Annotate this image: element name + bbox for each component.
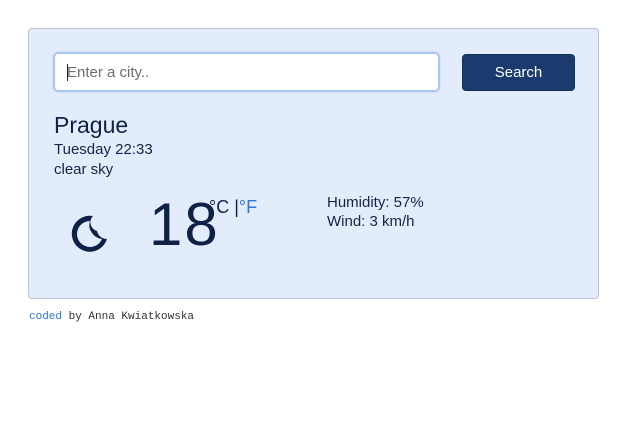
- city-name: Prague: [54, 112, 129, 138]
- weather-card: Search Prague Tuesday 22:33 clear sky 18…: [28, 28, 599, 299]
- date-time: Tuesday 22:33: [54, 141, 153, 158]
- temperature-units: °C |°F: [209, 197, 257, 218]
- humidity-text: Humidity: 57%: [327, 194, 424, 211]
- text-caret: [67, 64, 68, 81]
- author-credit: by Anna Kwiatkowska: [62, 311, 195, 323]
- fahrenheit-link[interactable]: °F: [239, 197, 257, 217]
- weather-description: clear sky: [54, 161, 114, 178]
- coded-link[interactable]: coded: [29, 311, 62, 323]
- city-search-input[interactable]: [53, 52, 440, 92]
- search-button[interactable]: Search: [462, 54, 575, 91]
- wind-text: Wind: 3 km/h: [327, 213, 415, 230]
- celsius-unit[interactable]: °C: [209, 197, 229, 217]
- footer-credit: coded by Anna Kwiatkowska: [29, 311, 194, 323]
- moon-icon: [71, 215, 107, 252]
